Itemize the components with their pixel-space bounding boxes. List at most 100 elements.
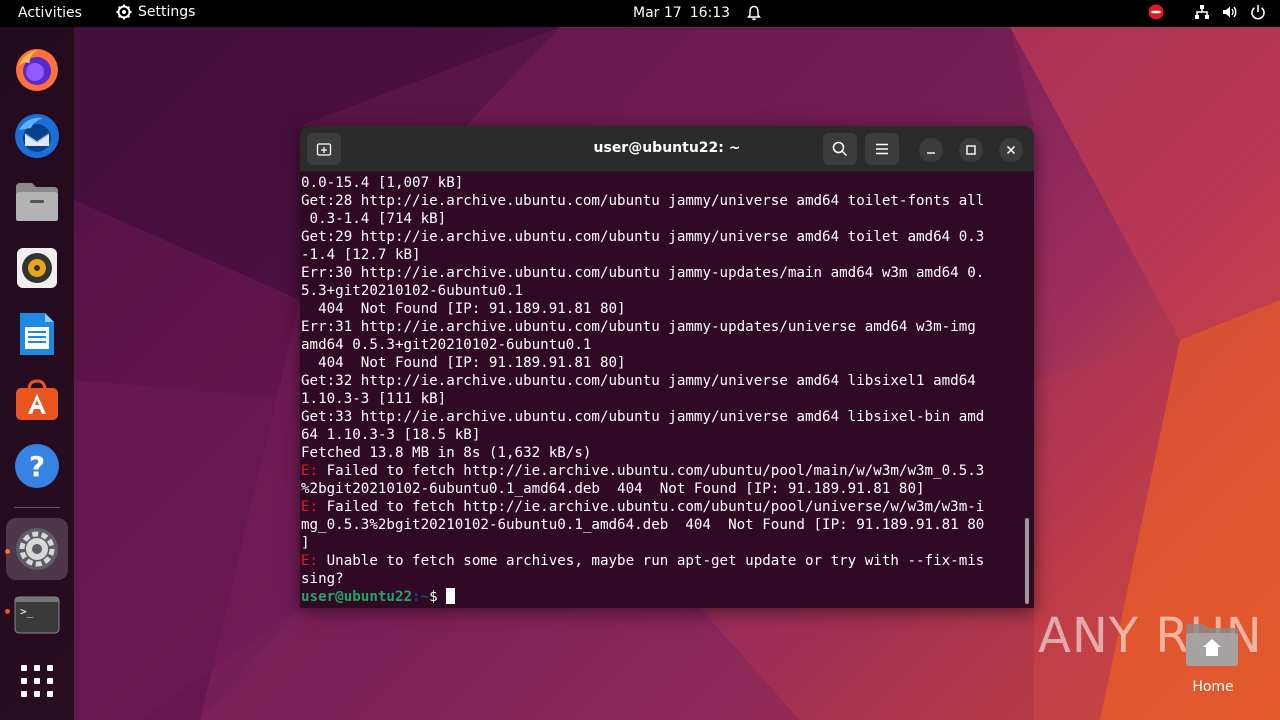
dock-show-apps[interactable] — [6, 650, 68, 712]
app-menu-label: Settings — [138, 4, 196, 20]
terminal-line-text: Get:32 http://ie.archive.ubuntu.com/ubun… — [301, 373, 976, 389]
terminal-line-text: Failed to fetch http://ie.archive.ubuntu… — [318, 463, 985, 479]
terminal-line: sing? — [301, 570, 1025, 588]
dock-settings[interactable] — [6, 518, 68, 580]
software-store-icon — [16, 379, 58, 420]
dock-writer[interactable] — [6, 303, 68, 365]
terminal-line-text: 0.3-1.4 [714 kB] — [301, 211, 447, 227]
terminal-line: Get:32 http://ie.archive.ubuntu.com/ubun… — [301, 372, 1025, 390]
terminal-line-text: Get:29 http://ie.archive.ubuntu.com/ubun… — [301, 229, 985, 245]
terminal-scrollbar[interactable] — [1025, 518, 1029, 604]
terminal-line-text: -1.4 [12.7 kB] — [301, 247, 421, 263]
minimize-icon — [927, 152, 935, 154]
writer-icon — [20, 313, 54, 355]
clock[interactable]: Mar 17 16:13 — [633, 5, 762, 21]
dock-files[interactable] — [6, 171, 68, 233]
prompt-line[interactable]: user@ubuntu22:~$ — [301, 588, 1025, 606]
dock-terminal[interactable]: >_ — [6, 584, 68, 646]
terminal-line-text: Fetched 13.8 MB in 8s (1,632 kB/s) — [301, 445, 592, 461]
terminal-line-text: mg_0.5.3%2bgit20210102-6ubuntu0.1_amd64.… — [301, 517, 985, 533]
terminal-line-text: Err:30 http://ie.archive.ubuntu.com/ubun… — [301, 265, 985, 281]
terminal-line: 1.10.3-3 [111 kB] — [301, 390, 1025, 408]
clock-date: Mar 17 — [633, 5, 682, 21]
terminal-line: Get:29 http://ie.archive.ubuntu.com/ubun… — [301, 228, 1025, 246]
menu-button[interactable] — [865, 133, 899, 165]
terminal-line: Err:30 http://ie.archive.ubuntu.com/ubun… — [301, 264, 1025, 282]
terminal-line: 5.3+git20210102-6ubuntu0.1 — [301, 282, 1025, 300]
terminal-headerbar[interactable]: user@ubuntu22: ~ — [300, 126, 1034, 172]
maximize-button[interactable] — [959, 138, 983, 162]
top-bar: Activities Settings Mar 17 16:13 — [0, 0, 1280, 27]
home-folder-label: Home — [1192, 679, 1234, 695]
dock-thunderbird[interactable] — [6, 105, 68, 167]
terminal-line-text: 404 Not Found [IP: 91.189.91.81 80] — [301, 355, 626, 371]
terminal-line-text: sing? — [301, 571, 344, 587]
firefox-icon — [16, 49, 58, 91]
terminal-line-text: 64 1.10.3-3 [18.5 kB] — [301, 427, 481, 443]
dock: ? >_ — [0, 27, 74, 720]
terminal-line: Err:31 http://ie.archive.ubuntu.com/ubun… — [301, 318, 1025, 336]
terminal-line: 0.3-1.4 [714 kB] — [301, 210, 1025, 228]
bell-icon — [747, 5, 762, 21]
terminal-line: 404 Not Found [IP: 91.189.91.81 80] — [301, 300, 1025, 318]
terminal-line-text: amd64 0.5.3+git20210102-6ubuntu0.1 — [301, 337, 592, 353]
terminal-line: E: Failed to fetch http://ie.archive.ubu… — [301, 462, 1025, 480]
error-prefix: E: — [301, 499, 319, 515]
settings-icon — [16, 528, 58, 570]
terminal-line-text: 1.10.3-3 [111 kB] — [301, 391, 447, 407]
apps-grid-icon — [21, 665, 53, 697]
search-icon — [832, 141, 848, 157]
close-icon — [1006, 145, 1016, 155]
dock-help[interactable]: ? — [6, 435, 68, 497]
do-not-disturb-icon — [1148, 4, 1164, 20]
terminal-line: E: Failed to fetch http://ie.archive.ubu… — [301, 498, 1025, 516]
text-cursor — [446, 588, 456, 604]
app-menu[interactable]: Settings — [116, 4, 195, 20]
prompt-user: user@ubuntu22 — [301, 589, 413, 605]
terminal-line-text: 404 Not Found [IP: 91.189.91.81 80] — [301, 301, 626, 317]
terminal-line: 404 Not Found [IP: 91.189.91.81 80] — [301, 354, 1025, 372]
terminal-line-text: Get:28 http://ie.archive.ubuntu.com/ubun… — [301, 193, 985, 209]
terminal-icon: >_ — [14, 596, 60, 634]
volume-icon — [1223, 6, 1237, 18]
hamburger-menu-icon — [876, 143, 888, 155]
thunderbird-icon — [15, 114, 59, 158]
minimize-button[interactable] — [919, 138, 943, 162]
svg-text:?: ? — [29, 450, 45, 483]
terminal-line: Get:33 http://ie.archive.ubuntu.com/ubun… — [301, 408, 1025, 426]
error-prefix: E: — [301, 553, 319, 569]
terminal-line: 0.0-15.4 [1,007 kB] — [301, 174, 1025, 192]
terminal-output[interactable]: 0.0-15.4 [1,007 kB] Get:28 http://ie.arch… — [301, 174, 1025, 606]
terminal-window[interactable]: user@ubuntu22: ~ 0.0-15.4 [1,007 kB] Get:… — [300, 126, 1034, 608]
maximize-icon — [966, 145, 976, 155]
close-button[interactable] — [999, 138, 1023, 162]
network-icon — [1195, 5, 1209, 19]
terminal-line: ] — [301, 534, 1025, 552]
search-button[interactable] — [823, 133, 857, 165]
power-icon — [1251, 5, 1265, 20]
prompt-path: :~ — [412, 589, 430, 605]
dock-rhythmbox[interactable] — [6, 237, 68, 299]
clock-time: 16:13 — [689, 5, 731, 21]
prompt-symbol: $ — [429, 589, 447, 605]
terminal-line: mg_0.5.3%2bgit20210102-6ubuntu0.1_amd64.… — [301, 516, 1025, 534]
dock-software[interactable] — [6, 369, 68, 431]
dock-firefox[interactable] — [6, 39, 68, 101]
terminal-line: Fetched 13.8 MB in 8s (1,632 kB/s) — [301, 444, 1025, 462]
terminal-line-text: 5.3+git20210102-6ubuntu0.1 — [301, 283, 524, 299]
files-icon — [16, 183, 58, 221]
terminal-line: amd64 0.5.3+git20210102-6ubuntu0.1 — [301, 336, 1025, 354]
system-tray[interactable] — [1148, 4, 1266, 20]
gear-icon — [116, 4, 132, 20]
terminal-line-text: Failed to fetch http://ie.archive.ubuntu… — [318, 499, 985, 515]
terminal-line-text: ] — [301, 535, 310, 551]
activities-button[interactable]: Activities — [18, 5, 82, 21]
terminal-line-text: 0.0-15.4 [1,007 kB] — [301, 175, 464, 191]
terminal-line: Get:28 http://ie.archive.ubuntu.com/ubun… — [301, 192, 1025, 210]
terminal-line-text: Unable to fetch some archives, maybe run… — [318, 553, 985, 569]
error-prefix: E: — [301, 463, 319, 479]
home-folder-icon[interactable] — [1184, 620, 1240, 668]
terminal-line: %2bgit20210102-6ubuntu0.1_amd64.deb 404 … — [301, 480, 1025, 498]
rhythmbox-icon — [17, 248, 57, 288]
terminal-line: -1.4 [12.7 kB] — [301, 246, 1025, 264]
